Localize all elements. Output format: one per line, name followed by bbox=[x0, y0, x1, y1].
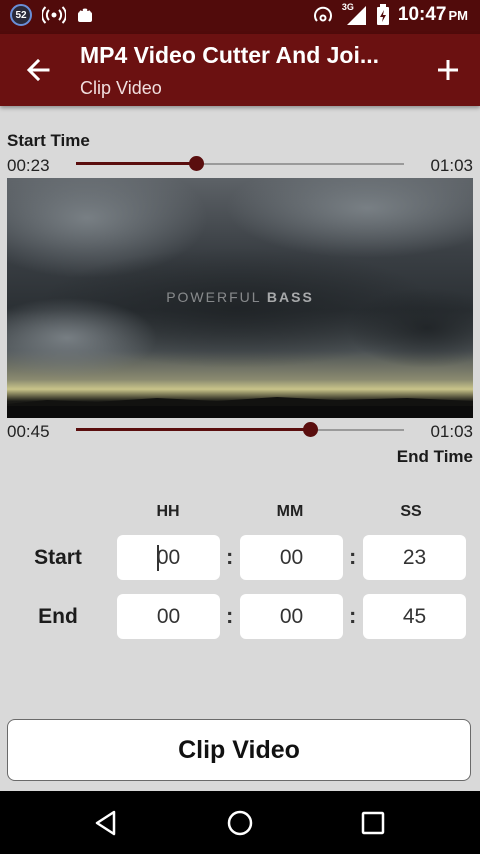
minutes-header: MM bbox=[276, 503, 304, 520]
colon-separator: : bbox=[349, 544, 357, 569]
clip-video-button[interactable]: Clip Video bbox=[7, 719, 471, 781]
nav-home-icon[interactable] bbox=[224, 807, 256, 839]
start-row-label: Start bbox=[34, 546, 82, 569]
system-nav-bar bbox=[0, 791, 480, 854]
end-time-label: End Time bbox=[396, 447, 473, 466]
end-row-label: End bbox=[38, 605, 78, 628]
start-total-time: 01:03 bbox=[430, 156, 473, 175]
end-hours-input[interactable]: 00 bbox=[117, 594, 220, 639]
colon-separator: : bbox=[226, 603, 234, 628]
android-icon bbox=[78, 8, 92, 22]
nav-back-icon[interactable] bbox=[90, 807, 122, 839]
end-time-seekbar[interactable] bbox=[76, 420, 404, 440]
battery-icon bbox=[376, 4, 389, 25]
end-current-time: 00:45 bbox=[7, 422, 50, 441]
colon-separator: : bbox=[226, 544, 234, 569]
start-time-seekbar[interactable] bbox=[76, 154, 404, 174]
add-icon[interactable] bbox=[432, 54, 464, 86]
seekbar-fill bbox=[76, 428, 311, 431]
colon-separator: : bbox=[349, 603, 357, 628]
back-arrow-icon[interactable] bbox=[22, 54, 54, 86]
start-seconds-input[interactable]: 23 bbox=[363, 535, 466, 580]
seekbar-thumb[interactable] bbox=[303, 422, 319, 437]
video-watermark: POWERFUL BASS bbox=[166, 289, 314, 305]
start-minutes-input[interactable]: 00 bbox=[240, 535, 343, 580]
hours-header: HH bbox=[156, 503, 180, 520]
end-seconds-input[interactable]: 45 bbox=[363, 594, 466, 639]
hotspot-icon bbox=[42, 6, 66, 24]
status-bar: 52 3G 10:47 PM bbox=[0, 0, 480, 34]
wifi-hotspot-icon bbox=[313, 6, 332, 22]
video-preview[interactable]: POWERFUL BASS bbox=[7, 178, 473, 418]
app-bar: MP4 Video Cutter And Joi... Clip Video bbox=[0, 34, 480, 106]
app-subtitle: Clip Video bbox=[80, 78, 162, 98]
notification-badge: 52 bbox=[10, 4, 32, 26]
end-total-time: 01:03 bbox=[430, 422, 473, 441]
start-hours-input[interactable]: 00 bbox=[117, 535, 220, 580]
start-current-time: 00:23 bbox=[7, 156, 50, 175]
seconds-header: SS bbox=[400, 503, 422, 520]
signal-icon: 3G bbox=[342, 2, 368, 26]
seekbar-fill bbox=[76, 162, 196, 165]
seekbar-thumb[interactable] bbox=[188, 156, 204, 171]
app-title: MP4 Video Cutter And Joi... bbox=[80, 42, 380, 68]
clock: 10:47 PM bbox=[397, 4, 468, 25]
end-minutes-input[interactable]: 00 bbox=[240, 594, 343, 639]
start-time-label: Start Time bbox=[7, 131, 90, 150]
nav-recents-icon[interactable] bbox=[357, 807, 389, 839]
